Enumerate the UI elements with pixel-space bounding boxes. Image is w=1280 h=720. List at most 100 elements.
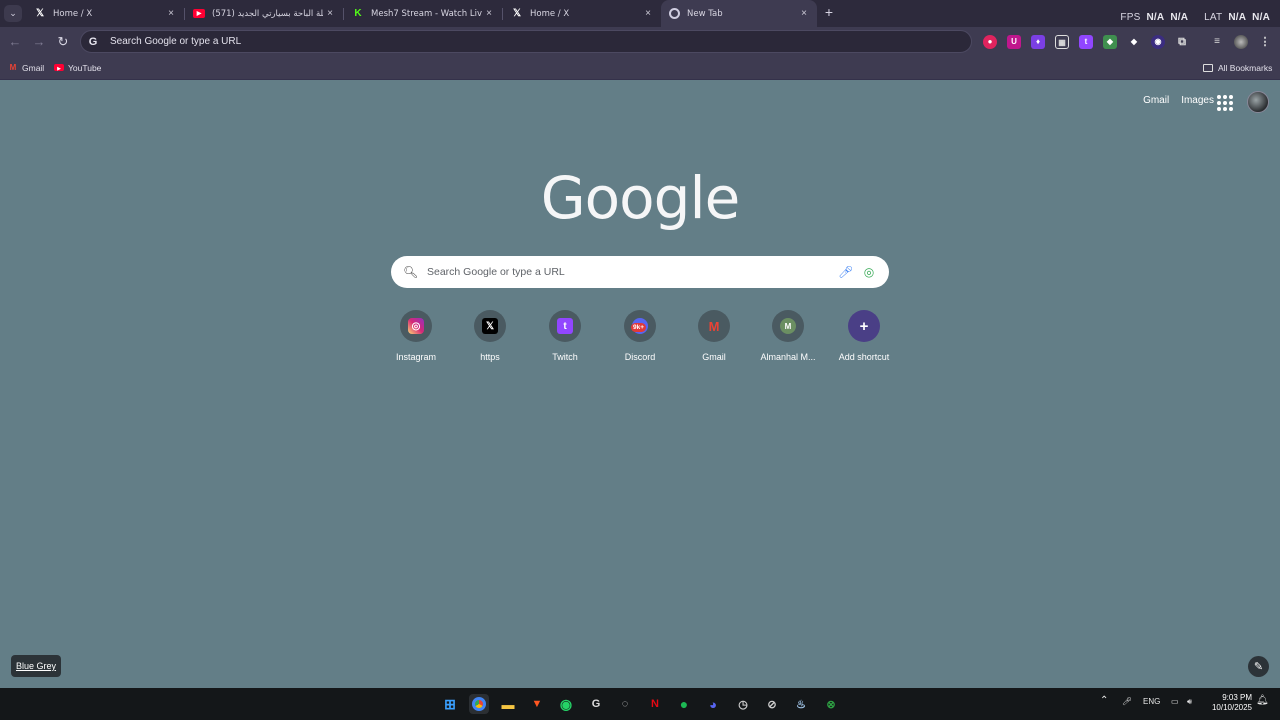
search-input[interactable]: Search Google or type a URL	[427, 266, 838, 278]
reload-icon[interactable]: ↻	[55, 34, 71, 50]
tab-youtube[interactable]: ▶ (571) رحلة الباحة بسيارتي الجديد... ×	[185, 0, 343, 27]
google-g-icon: G	[88, 35, 98, 48]
all-bookmarks-button[interactable]: All Bookmarks	[1203, 57, 1272, 78]
youtube-icon: ▶	[54, 64, 64, 72]
search-box[interactable]: 🔍︎ Search Google or type a URL 🎤︎ ◎	[391, 256, 889, 288]
tab-title: Home / X	[53, 8, 93, 19]
bookmark-youtube[interactable]: ▶ YouTube	[54, 57, 101, 78]
bookmark-gmail[interactable]: M Gmail	[8, 57, 45, 78]
images-link[interactable]: Images	[1181, 95, 1214, 106]
plus-icon: +	[859, 317, 869, 335]
notification-badge: 9k+	[631, 323, 647, 332]
close-icon[interactable]: ×	[164, 8, 178, 19]
close-icon[interactable]: ×	[323, 8, 337, 19]
brave-icon[interactable]: ▼	[527, 694, 547, 714]
ghub-icon[interactable]: G	[586, 694, 606, 714]
tab-search-chevron-icon[interactable]: ⌄	[4, 5, 22, 22]
forward-arrow-icon[interactable]: →	[31, 34, 47, 50]
volume-icon[interactable]: 🔊︎	[1187, 697, 1192, 707]
tab-new-tab[interactable]: New Tab ×	[661, 0, 817, 27]
shortcut-label: Gmail	[702, 352, 726, 362]
tab-title: New Tab	[687, 8, 723, 19]
extension-red-icon[interactable]: ●	[983, 35, 997, 49]
notification-bell-icon[interactable]: 🔔︎	[1256, 695, 1269, 706]
new-tab-button[interactable]: +	[822, 5, 836, 20]
close-icon[interactable]: ×	[797, 8, 811, 19]
shortcut-label: Almanhal M...	[760, 352, 816, 362]
netflix-icon[interactable]: N	[645, 694, 665, 714]
media-queue-icon[interactable]: ≡	[1210, 35, 1224, 49]
tab-home-x-2[interactable]: 𝕏 Home / X ×	[503, 0, 661, 27]
extension-shield-icon[interactable]: ♦	[1031, 35, 1045, 49]
extension-ublock-icon[interactable]: U	[1007, 35, 1021, 49]
address-bar-text: Search Google or type a URL	[110, 36, 242, 47]
tray-chevron-up-icon[interactable]: ⌃	[1100, 695, 1108, 706]
gmail-link[interactable]: Gmail	[1143, 95, 1169, 106]
clock-time: 9:03 PM	[1222, 693, 1252, 702]
app-clock-icon[interactable]: ◷	[733, 694, 753, 714]
steam-icon[interactable]: ♨	[791, 694, 811, 714]
shortcut-discord[interactable]: ◕ 9k+ Discord	[604, 310, 676, 362]
close-icon[interactable]: ×	[482, 8, 496, 19]
spotify-icon[interactable]: ●	[674, 694, 694, 714]
file-explorer-icon[interactable]: ▬	[498, 694, 518, 714]
theme-name-chip[interactable]: Blue Grey	[11, 655, 62, 677]
microphone-icon[interactable]: 🎤︎	[838, 265, 853, 279]
shortcut-https[interactable]: 𝕏 https	[454, 310, 526, 362]
profile-avatar-icon[interactable]	[1234, 35, 1248, 49]
whatsapp-icon[interactable]: ◉	[556, 694, 576, 714]
tab-title: (571) رحلة الباحة بسيارتي الجديد...	[212, 8, 323, 19]
discord-taskbar-icon[interactable]: ◕	[703, 694, 723, 714]
all-bookmarks-label: All Bookmarks	[1218, 62, 1273, 73]
chrome-taskbar-icon[interactable]	[469, 694, 489, 714]
fps-value: N/A	[1146, 12, 1165, 23]
shortcut-twitch[interactable]: t Twitch	[529, 310, 601, 362]
xbox-icon[interactable]: ⊗	[821, 694, 841, 714]
youtube-icon: ▶	[193, 9, 205, 18]
customize-pencil-icon[interactable]: ✎	[1248, 656, 1269, 677]
shortcut-label: Discord	[624, 352, 656, 362]
search-icon: 🔍︎	[403, 265, 419, 279]
back-arrow-icon[interactable]: ←	[7, 34, 23, 50]
tab-title: Home / X	[530, 8, 570, 19]
language-indicator[interactable]: ENG	[1143, 697, 1160, 706]
shortcut-label: https	[480, 352, 500, 362]
google-apps-icon[interactable]	[1217, 95, 1233, 111]
windows-taskbar: ⊞ ▬ ▼ ◉ G ◌ N ● ◕ ◷ ⊘ ♨ ⊗ ⌃ 🎤︎ ENG ▭ 🔊︎ …	[0, 688, 1280, 720]
microphone-tray-icon[interactable]: 🎤︎	[1122, 697, 1132, 706]
extension-eye-icon[interactable]: ◉	[1151, 35, 1165, 49]
tab-home-x-1[interactable]: 𝕏 Home / X ×	[26, 0, 184, 27]
gmail-icon: M	[708, 318, 720, 334]
account-avatar[interactable]	[1247, 91, 1269, 113]
windows-start-icon[interactable]: ⊞	[440, 694, 460, 714]
shortcut-add[interactable]: + Add shortcut	[828, 310, 900, 362]
app-circle-icon[interactable]: ⊘	[762, 694, 782, 714]
x-icon: 𝕏	[35, 8, 45, 19]
shortcut-instagram[interactable]: ◎ Instagram	[380, 310, 452, 362]
menu-kebab-icon[interactable]: ⋮	[1258, 35, 1272, 49]
tab-strip: ⌄ 𝕏 Home / X × ▶ (571) رحلة الباحة بسيار…	[0, 0, 1280, 27]
bookmark-label: Gmail	[22, 62, 45, 73]
shortcut-almanhal[interactable]: M Almanhal M...	[752, 310, 824, 362]
chrome-icon	[669, 8, 680, 19]
fps-label: FPS	[1120, 12, 1141, 23]
extension-twitch-icon[interactable]: t	[1079, 35, 1093, 49]
google-lens-icon[interactable]: ◎	[862, 265, 876, 279]
extensions-puzzle-icon[interactable]: ⧉	[1175, 35, 1189, 49]
shortcut-gmail[interactable]: M Gmail	[678, 310, 750, 362]
system-clock[interactable]: 9:03 PM 10/10/2025	[1206, 693, 1252, 713]
extension-diamond-icon[interactable]: ◆	[1127, 35, 1141, 49]
tab-kick-stream[interactable]: K Mesh7 Stream - Watch Live on ×	[344, 0, 502, 27]
performance-overlay: FPS N/A N/A LAT N/A N/A	[1120, 12, 1270, 23]
twitch-icon: t	[557, 318, 573, 334]
tab-title: Mesh7 Stream - Watch Live on	[371, 8, 482, 19]
extension-grid-icon[interactable]: ▦	[1055, 35, 1069, 49]
fps-value-2: N/A	[1170, 12, 1189, 23]
extension-green-shield-icon[interactable]: ◆	[1103, 35, 1117, 49]
shortcut-label: Instagram	[395, 352, 437, 362]
x-icon: 𝕏	[512, 8, 522, 19]
sync-app-icon[interactable]: ◌	[615, 694, 635, 714]
network-icon[interactable]: ▭	[1171, 697, 1179, 706]
close-icon[interactable]: ×	[641, 8, 655, 19]
address-bar[interactable]: G Search Google or type a URL	[80, 30, 972, 53]
